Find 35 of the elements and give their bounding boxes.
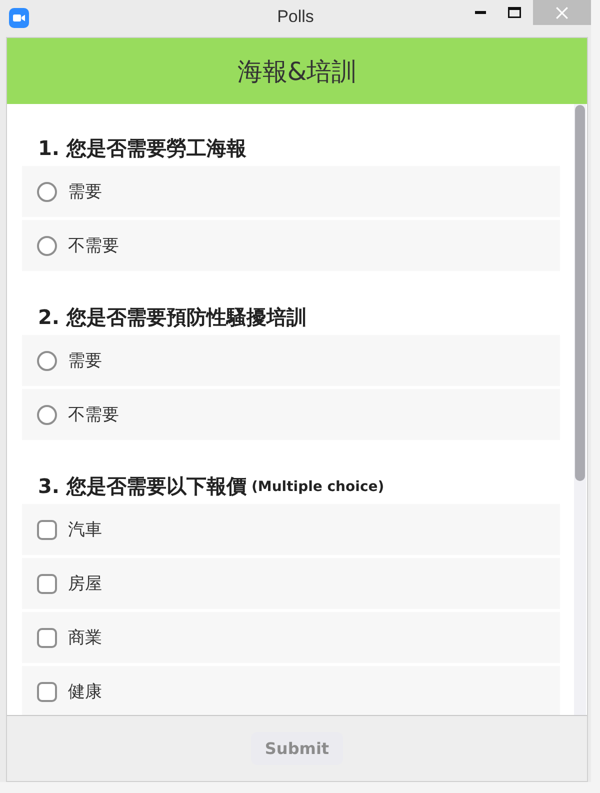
minimize-icon: [474, 11, 486, 14]
option-row[interactable]: 不需要: [22, 220, 560, 271]
poll-title: 海報&培訓: [237, 56, 357, 88]
option-label: 商業: [68, 627, 102, 649]
option-row[interactable]: 房屋: [22, 558, 560, 609]
question-hint: (Multiple choice): [251, 478, 384, 495]
option-row[interactable]: 需要: [22, 335, 560, 386]
video-camera-app-icon: [9, 8, 29, 28]
option-label: 不需要: [68, 404, 119, 426]
radio-button[interactable]: [37, 350, 57, 370]
question-title: 2. 您是否需要預防性騷擾培訓: [38, 304, 306, 330]
option-row[interactable]: 汽車: [22, 504, 560, 555]
option-label: 需要: [68, 350, 102, 372]
checkbox[interactable]: [37, 682, 57, 702]
option-label: 房屋: [68, 573, 102, 595]
checkbox[interactable]: [37, 520, 57, 540]
option-label: 需要: [68, 181, 102, 203]
option-label: 汽車: [68, 519, 102, 541]
question-title: 1. 您是否需要勞工海報: [38, 134, 246, 162]
checkbox[interactable]: [37, 574, 57, 594]
option-row[interactable]: 不需要: [22, 389, 560, 440]
question-title: 3. 您是否需要以下報價: [38, 472, 246, 500]
option-row[interactable]: 健康: [22, 666, 560, 715]
maximize-icon: [508, 7, 520, 18]
option-row[interactable]: 商業: [22, 612, 560, 663]
radio-button[interactable]: [37, 236, 57, 256]
checkbox[interactable]: [37, 628, 57, 648]
radio-button[interactable]: [37, 404, 57, 424]
option-row[interactable]: 需要: [22, 166, 560, 217]
close-icon: [556, 6, 568, 18]
option-label: 健康: [68, 681, 102, 703]
window-title: Polls: [277, 7, 314, 27]
scrollbar-thumb[interactable]: [575, 105, 585, 481]
option-label: 不需要: [68, 235, 119, 257]
radio-button[interactable]: [37, 182, 57, 202]
